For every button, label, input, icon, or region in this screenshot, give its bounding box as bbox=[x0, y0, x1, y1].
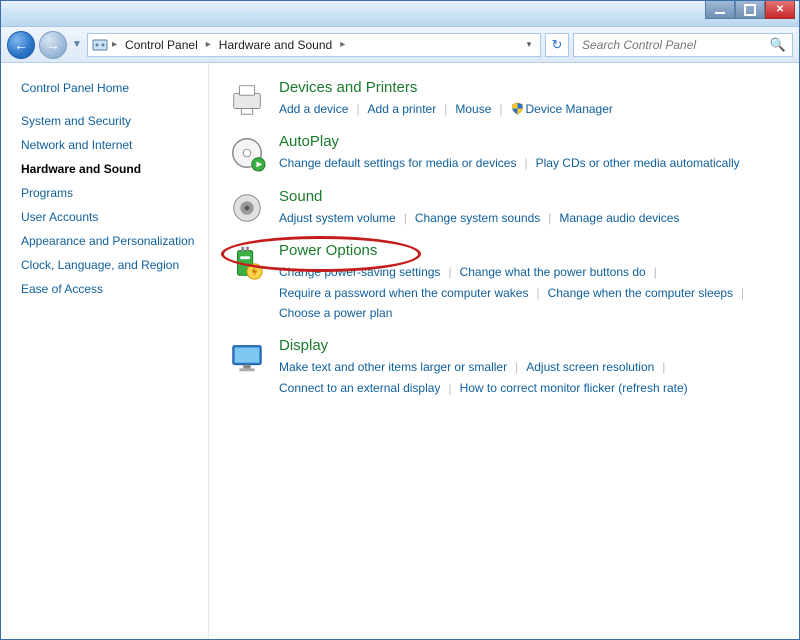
refresh-button[interactable]: ↻ bbox=[545, 33, 569, 57]
sidebar-item-network-and-internet[interactable]: Network and Internet bbox=[21, 133, 196, 157]
chevron-right-icon: ▸ bbox=[204, 39, 213, 50]
category-sound: SoundAdjust system volume|Change system … bbox=[227, 188, 781, 228]
link-change-when-the-computer-sleeps[interactable]: Change when the computer sleeps bbox=[548, 283, 733, 303]
arrow-right-icon: → bbox=[46, 37, 60, 53]
link-add-a-printer[interactable]: Add a printer bbox=[368, 99, 437, 119]
control-panel-window: ← → ▼ ▸ Control Panel ▸ Hardware and Sou… bbox=[0, 0, 800, 640]
link-separator: | bbox=[540, 208, 559, 228]
maximize-button[interactable] bbox=[735, 1, 765, 19]
link-separator: | bbox=[733, 283, 752, 303]
link-separator: | bbox=[436, 99, 455, 119]
body-split: Control Panel Home System and SecurityNe… bbox=[1, 63, 799, 639]
category-title-display[interactable]: Display bbox=[279, 337, 781, 354]
link-change-default-settings-for-media-or-devices[interactable]: Change default settings for media or dev… bbox=[279, 153, 516, 173]
power-options-icon bbox=[227, 242, 267, 282]
link-change-power-saving-settings[interactable]: Change power-saving settings bbox=[279, 262, 440, 282]
breadcrumb-control-panel[interactable]: Control Panel bbox=[121, 38, 202, 52]
link-separator: | bbox=[528, 283, 547, 303]
link-adjust-system-volume[interactable]: Adjust system volume bbox=[279, 208, 396, 228]
link-adjust-screen-resolution[interactable]: Adjust screen resolution bbox=[526, 357, 654, 377]
category-display: Display Make text and other items larger … bbox=[227, 337, 781, 398]
sidebar: Control Panel Home System and SecurityNe… bbox=[1, 63, 209, 639]
category-devices-printers: Devices and PrintersAdd a device|Add a p… bbox=[227, 79, 781, 119]
sidebar-item-ease-of-access[interactable]: Ease of Access bbox=[21, 277, 196, 301]
search-box[interactable]: 🔍 bbox=[573, 33, 793, 57]
display-icon bbox=[227, 337, 267, 377]
link-how-to-correct-monitor-flicker-refresh-rate[interactable]: How to correct monitor flicker (refresh … bbox=[460, 378, 688, 398]
breadcrumb-bar[interactable]: ▸ Control Panel ▸ Hardware and Sound ▸ ▾ bbox=[87, 33, 541, 57]
uac-shield-icon bbox=[511, 101, 524, 114]
category-power-options: Power Options Change power-saving setting… bbox=[227, 242, 781, 323]
devices-printers-icon bbox=[227, 79, 267, 119]
link-separator: | bbox=[654, 357, 673, 377]
category-autoplay: AutoPlay Change default settings for medi… bbox=[227, 133, 781, 173]
link-choose-a-power-plan[interactable]: Choose a power plan bbox=[279, 303, 392, 323]
forward-button[interactable]: → bbox=[39, 31, 67, 59]
link-separator: | bbox=[440, 262, 459, 282]
sidebar-item-clock-language-and-region[interactable]: Clock, Language, and Region bbox=[21, 253, 196, 277]
link-manage-audio-devices[interactable]: Manage audio devices bbox=[559, 208, 679, 228]
category-title-devices-printers[interactable]: Devices and Printers bbox=[279, 79, 781, 96]
link-separator: | bbox=[440, 378, 459, 398]
navigation-bar: ← → ▼ ▸ Control Panel ▸ Hardware and Sou… bbox=[1, 27, 799, 63]
control-panel-home-link[interactable]: Control Panel Home bbox=[21, 81, 196, 95]
link-separator: | bbox=[348, 99, 367, 119]
link-separator: | bbox=[396, 208, 415, 228]
sidebar-item-programs[interactable]: Programs bbox=[21, 181, 196, 205]
window-controls bbox=[705, 1, 795, 19]
arrow-left-icon: ← bbox=[14, 37, 28, 53]
link-separator: | bbox=[516, 153, 535, 173]
minimize-button[interactable] bbox=[705, 1, 735, 19]
link-device-manager[interactable]: Device Manager bbox=[511, 99, 613, 119]
category-title-autoplay[interactable]: AutoPlay bbox=[279, 133, 781, 150]
category-title-sound[interactable]: Sound bbox=[279, 188, 781, 205]
link-separator: | bbox=[507, 357, 526, 377]
refresh-icon: ↻ bbox=[552, 37, 563, 53]
close-button[interactable] bbox=[765, 1, 795, 19]
search-icon: 🔍 bbox=[770, 37, 786, 53]
chevron-right-icon: ▸ bbox=[110, 39, 119, 50]
link-connect-to-an-external-display[interactable]: Connect to an external display bbox=[279, 378, 440, 398]
link-mouse[interactable]: Mouse bbox=[455, 99, 491, 119]
link-require-a-password-when-the-computer-wakes[interactable]: Require a password when the computer wak… bbox=[279, 283, 528, 303]
chevron-right-icon: ▸ bbox=[338, 39, 347, 50]
link-play-cds-or-other-media-automatically[interactable]: Play CDs or other media automatically bbox=[536, 153, 740, 173]
breadcrumb-hardware-sound[interactable]: Hardware and Sound bbox=[215, 38, 336, 52]
search-input[interactable] bbox=[580, 37, 770, 53]
link-make-text-and-other-items-larger-or-smaller[interactable]: Make text and other items larger or smal… bbox=[279, 357, 507, 377]
content-pane: Devices and PrintersAdd a device|Add a p… bbox=[209, 63, 799, 639]
sound-icon bbox=[227, 188, 267, 228]
category-title-power-options[interactable]: Power Options bbox=[279, 242, 781, 259]
sidebar-item-user-accounts[interactable]: User Accounts bbox=[21, 205, 196, 229]
link-change-what-the-power-buttons-do[interactable]: Change what the power buttons do bbox=[460, 262, 646, 282]
sidebar-item-system-and-security[interactable]: System and Security bbox=[21, 109, 196, 133]
sidebar-item-appearance-and-personalization[interactable]: Appearance and Personalization bbox=[21, 229, 196, 253]
link-separator: | bbox=[491, 99, 510, 119]
autoplay-icon bbox=[227, 133, 267, 173]
sidebar-item-hardware-and-sound[interactable]: Hardware and Sound bbox=[21, 157, 196, 181]
window-titlebar bbox=[1, 1, 799, 27]
link-add-a-device[interactable]: Add a device bbox=[279, 99, 348, 119]
nav-history-dropdown[interactable]: ▼ bbox=[71, 39, 83, 50]
breadcrumb-dropdown[interactable]: ▾ bbox=[522, 39, 536, 50]
back-button[interactable]: ← bbox=[7, 31, 35, 59]
link-change-system-sounds[interactable]: Change system sounds bbox=[415, 208, 540, 228]
control-panel-icon bbox=[92, 37, 108, 53]
link-separator: | bbox=[646, 262, 665, 282]
